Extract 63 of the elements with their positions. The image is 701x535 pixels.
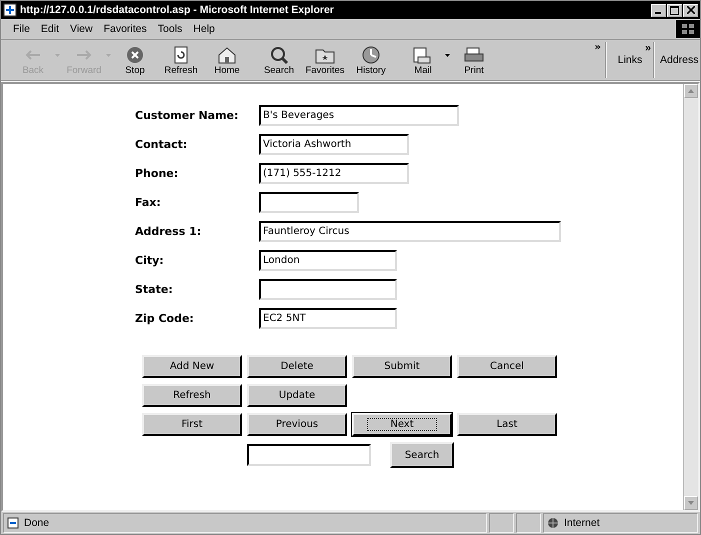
menu-item[interactable]: File — [13, 23, 30, 35]
menu-item[interactable]: Help — [193, 23, 215, 35]
field-label: Fax: — [135, 196, 162, 209]
address-label: Address — [653, 42, 700, 78]
field-label: State: — [135, 283, 174, 296]
menu-item[interactable]: View — [70, 23, 93, 35]
form-button[interactable]: Update — [247, 384, 347, 407]
menu-item[interactable]: Tools — [158, 23, 182, 35]
dropdown-caret-icon[interactable] — [445, 54, 450, 56]
field-label: Contact: — [135, 138, 188, 151]
page-icon — [7, 517, 19, 529]
text-field[interactable]: B's Beverages — [259, 105, 459, 126]
printer-icon — [463, 44, 485, 64]
form-button[interactable]: Next — [352, 413, 452, 436]
vertical-scrollbar[interactable] — [683, 84, 698, 510]
house-icon — [216, 44, 238, 64]
toolbar-button[interactable]: Refresh — [159, 44, 203, 76]
menu-item[interactable]: Favorites — [104, 23, 147, 35]
toolbar-button[interactable]: Stop — [113, 44, 157, 76]
toolbar-button[interactable]: History — [349, 44, 393, 76]
toolbar-button[interactable]: Search — [257, 44, 301, 76]
form-button[interactable]: Add New — [142, 355, 242, 378]
text-field[interactable]: EC2 5NT — [259, 308, 397, 329]
page-icon — [3, 3, 17, 17]
toolbar-button[interactable]: Mail — [401, 44, 445, 76]
form-button[interactable]: Last — [457, 413, 557, 436]
field-label: Phone: — [135, 167, 180, 180]
zone-text: Internet — [564, 517, 600, 529]
field-label: City: — [135, 254, 165, 267]
window-title: http://127.0.0.1/rdsdatacontrol.asp - Microsoft Internet Explorer — [20, 4, 335, 16]
close-button[interactable] — [683, 4, 698, 16]
toolbar-button[interactable]: Print — [452, 44, 496, 76]
search-field[interactable] — [247, 444, 371, 466]
status-text: Done — [24, 517, 50, 529]
form-button[interactable]: Submit — [352, 355, 452, 378]
scroll-up-icon[interactable] — [684, 84, 698, 98]
stop-icon — [124, 44, 146, 64]
links-button[interactable]: » Links — [605, 42, 653, 78]
form-button[interactable]: First — [142, 413, 242, 436]
search-button[interactable]: Search — [390, 442, 454, 468]
minimize-button[interactable] — [651, 4, 666, 16]
field-label: Zip Code: — [135, 312, 195, 325]
text-field[interactable] — [259, 192, 359, 213]
search-icon — [268, 44, 290, 64]
form-button[interactable]: Previous — [247, 413, 347, 436]
form-button[interactable]: Refresh — [142, 384, 242, 407]
maximize-button[interactable] — [667, 4, 682, 16]
form-button[interactable]: Delete — [247, 355, 347, 378]
toolbar-button[interactable]: Home — [205, 44, 249, 76]
close-icon — [686, 6, 694, 14]
toolbar-button[interactable]: Favorites — [303, 44, 347, 76]
text-field[interactable]: London — [259, 250, 397, 271]
more-chevron[interactable]: » — [594, 42, 601, 53]
text-field[interactable]: Victoria Ashworth — [259, 134, 409, 155]
scroll-down-icon[interactable] — [684, 496, 698, 510]
maximize-icon — [670, 6, 679, 14]
field-label: Address 1: — [135, 225, 202, 238]
menu-item[interactable]: Edit — [40, 23, 60, 35]
field-label: Customer Name: — [135, 109, 240, 122]
text-field[interactable] — [259, 279, 397, 300]
form-button[interactable]: Cancel — [457, 355, 557, 378]
text-field[interactable]: Fauntleroy Circus — [259, 221, 561, 242]
text-field[interactable]: (171) 555-1212 — [259, 163, 409, 184]
